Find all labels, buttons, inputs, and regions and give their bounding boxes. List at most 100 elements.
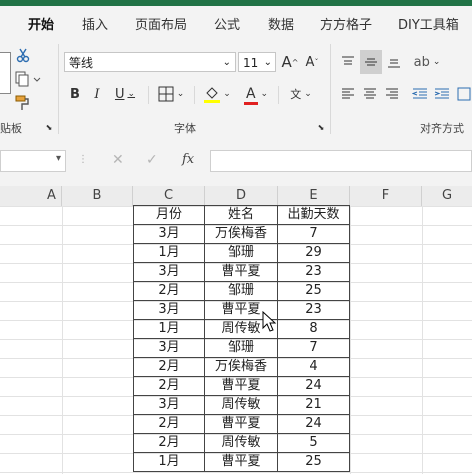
- table-cell[interactable]: 2月: [133, 414, 205, 434]
- align-bottom-icon[interactable]: [384, 52, 404, 72]
- fill-color-button[interactable]: ⌄: [200, 84, 234, 104]
- column-header-a[interactable]: A: [0, 186, 62, 206]
- name-box[interactable]: ▾: [0, 150, 66, 172]
- table-row: 3月 曹平夏 23: [133, 300, 350, 320]
- table-cell[interactable]: 万俟梅香: [204, 224, 278, 244]
- insert-function-button[interactable]: fx: [182, 152, 194, 167]
- divider: [278, 86, 279, 104]
- tab-formulas[interactable]: 公式: [214, 14, 240, 33]
- decrease-indent-icon[interactable]: [410, 84, 430, 104]
- table-cell[interactable]: 25: [277, 281, 350, 301]
- table-cell[interactable]: 曹平夏: [204, 376, 278, 396]
- paste-icon[interactable]: [0, 52, 11, 94]
- table-cell[interactable]: 8: [277, 319, 350, 339]
- column-header-f[interactable]: F: [350, 186, 422, 206]
- table-cell[interactable]: 24: [277, 414, 350, 434]
- italic-button[interactable]: I: [88, 84, 106, 104]
- tab-diy-toolbox[interactable]: DIY工具箱: [398, 14, 459, 33]
- underline-button[interactable]: U ⌄: [110, 84, 140, 104]
- phonetic-icon[interactable]: 文 ⌄: [284, 84, 318, 104]
- table-cell[interactable]: 3月: [133, 338, 205, 358]
- table-cell[interactable]: 曹平夏: [204, 262, 278, 282]
- clipboard-launcher-icon[interactable]: ⬊: [44, 122, 54, 132]
- ribbon-panel: 贴板 ⬊ 等线 ⌄ 11 ⌄ A ^ Aˇ B I U ⌄ ⌄ ⌄ A ⌄ 文 ⌄ 字体…: [0, 38, 472, 139]
- table-cell[interactable]: 万俟梅香: [204, 357, 278, 377]
- table-row: 2月 周传敏 5: [133, 433, 350, 453]
- ribbon-tabs: 开始 插入 页面布局 公式 数据 方方格子 DIY工具箱: [0, 6, 472, 41]
- table-cell[interactable]: 1月: [133, 243, 205, 263]
- table-cell[interactable]: 2月: [133, 376, 205, 396]
- merge-center-icon[interactable]: [456, 84, 472, 104]
- format-painter-icon[interactable]: [14, 94, 32, 112]
- decrease-font-icon[interactable]: Aˇ: [302, 52, 322, 72]
- align-left-icon[interactable]: [338, 84, 358, 104]
- cancel-icon[interactable]: ✕: [112, 152, 124, 168]
- table-cell[interactable]: 4: [277, 357, 350, 377]
- table-cell[interactable]: 邹珊: [204, 243, 278, 263]
- table-cell[interactable]: 3月: [133, 395, 205, 415]
- table-cell[interactable]: 21: [277, 395, 350, 415]
- table-cell[interactable]: 3月: [133, 300, 205, 320]
- align-right-icon[interactable]: [382, 84, 402, 104]
- borders-button[interactable]: ⌄: [154, 84, 188, 104]
- orientation-icon[interactable]: ab ⌄: [410, 52, 444, 72]
- header-cell-days[interactable]: 出勤天数: [277, 205, 350, 225]
- formula-input[interactable]: [210, 150, 472, 172]
- column-header-d[interactable]: D: [205, 186, 278, 206]
- tab-insert[interactable]: 插入: [82, 14, 108, 33]
- table-cell[interactable]: 周传敏: [204, 395, 278, 415]
- font-color-button[interactable]: A ⌄: [240, 84, 274, 105]
- column-header-c[interactable]: C: [133, 186, 205, 206]
- table-cell[interactable]: 23: [277, 262, 350, 282]
- align-middle-icon[interactable]: [360, 50, 382, 74]
- tab-page-layout[interactable]: 页面布局: [135, 14, 187, 33]
- increase-indent-icon[interactable]: [432, 84, 452, 104]
- chevron-down-icon: ⌄: [222, 57, 231, 68]
- font-launcher-icon[interactable]: ⬊: [316, 122, 326, 132]
- table-cell[interactable]: 2月: [133, 281, 205, 301]
- font-group-label: 字体: [174, 122, 196, 135]
- table-cell[interactable]: 邹珊: [204, 281, 278, 301]
- table-cell[interactable]: 24: [277, 376, 350, 396]
- table-cell[interactable]: 1月: [133, 319, 205, 339]
- table-cell[interactable]: 邹珊: [204, 338, 278, 358]
- tab-fangfang[interactable]: 方方格子: [320, 14, 372, 33]
- table-row: 1月 邹珊 29: [133, 243, 350, 263]
- tab-home[interactable]: 开始: [28, 14, 55, 41]
- table-cell[interactable]: 曹平夏: [204, 452, 278, 472]
- table-cell[interactable]: 3月: [133, 262, 205, 282]
- enter-icon[interactable]: ✓: [146, 152, 158, 168]
- column-header-g[interactable]: G: [422, 186, 472, 206]
- font-size-select[interactable]: 11 ⌄: [238, 52, 276, 72]
- group-divider: [58, 44, 59, 134]
- column-header-b[interactable]: B: [62, 186, 133, 206]
- table-cell[interactable]: 5: [277, 433, 350, 453]
- table-row: 3月 邹珊 7: [133, 338, 350, 358]
- table-cell[interactable]: 7: [277, 338, 350, 358]
- copy-icon[interactable]: [13, 70, 43, 88]
- table-cell[interactable]: 周传敏: [204, 433, 278, 453]
- header-cell-name[interactable]: 姓名: [204, 205, 278, 225]
- table-cell[interactable]: 3月: [133, 224, 205, 244]
- table-cell[interactable]: 7: [277, 224, 350, 244]
- drag-handle-icon[interactable]: ⋮: [78, 154, 88, 165]
- table-cell[interactable]: 2月: [133, 433, 205, 453]
- table-cell[interactable]: 29: [277, 243, 350, 263]
- align-center-icon[interactable]: [360, 84, 380, 104]
- table-cell[interactable]: 2月: [133, 357, 205, 377]
- font-name-select[interactable]: 等线 ⌄: [64, 52, 236, 72]
- table-cell[interactable]: 23: [277, 300, 350, 320]
- font-name-value: 等线: [69, 56, 94, 70]
- table-row: 2月 曹平夏 24: [133, 376, 350, 396]
- divider: [194, 86, 195, 104]
- tab-data[interactable]: 数据: [268, 14, 294, 33]
- increase-font-icon[interactable]: A ^: [280, 52, 300, 72]
- header-cell-month[interactable]: 月份: [133, 205, 205, 225]
- table-cell[interactable]: 1月: [133, 452, 205, 472]
- align-top-icon[interactable]: [338, 52, 358, 72]
- cut-icon[interactable]: [14, 46, 32, 64]
- table-cell[interactable]: 曹平夏: [204, 414, 278, 434]
- column-header-e[interactable]: E: [278, 186, 350, 206]
- table-cell[interactable]: 25: [277, 452, 350, 472]
- bold-button[interactable]: B: [66, 84, 84, 104]
